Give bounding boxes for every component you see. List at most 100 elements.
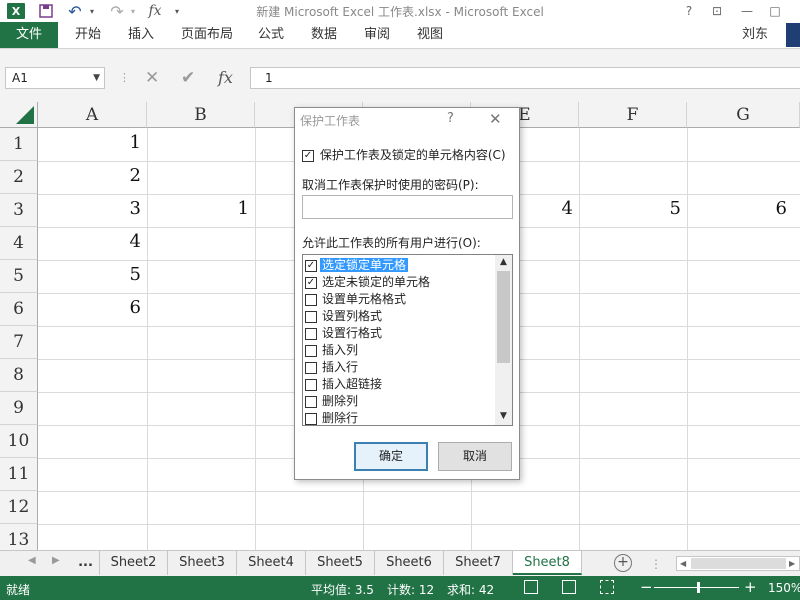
row-header-6[interactable]: 6 [0, 293, 38, 326]
cell-a1[interactable]: 1 [38, 132, 147, 153]
sheet-tab-sheet2[interactable]: Sheet2 [100, 551, 168, 575]
select-all-corner[interactable] [0, 102, 38, 128]
tab-data[interactable]: 数据 [311, 22, 337, 48]
dialog-close-icon[interactable]: ✕ [489, 110, 502, 128]
sheet-tab-sheet3[interactable]: Sheet3 [168, 551, 237, 575]
sheet-tab-sheet5[interactable]: Sheet5 [306, 551, 375, 575]
permission-item[interactable]: 设置行格式 [305, 325, 495, 342]
cell-b3[interactable]: 1 [147, 198, 255, 219]
cell-a4[interactable]: 4 [38, 231, 147, 252]
protect-contents-checkbox[interactable]: ✓ [302, 149, 314, 162]
list-scroll-up-icon[interactable]: ▲ [495, 257, 512, 267]
row-header-10[interactable]: 10 [0, 425, 38, 458]
row-header-8[interactable]: 8 [0, 359, 38, 392]
cell-a6[interactable]: 6 [38, 297, 147, 318]
column-header-g[interactable]: G [687, 102, 800, 128]
row-header-2[interactable]: 2 [0, 161, 38, 194]
row-header-3[interactable]: 3 [0, 194, 38, 227]
tab-review[interactable]: 审阅 [364, 22, 390, 48]
permission-checkbox[interactable] [305, 361, 317, 374]
permission-checkbox[interactable] [305, 412, 317, 425]
permission-checkbox[interactable] [305, 327, 317, 340]
column-header-f[interactable]: F [579, 102, 687, 128]
row-header-5[interactable]: 5 [0, 260, 38, 293]
page-layout-view-icon[interactable] [562, 580, 576, 594]
permission-list-scrollbar[interactable]: ▲ ▼ [495, 255, 512, 425]
tab-insert[interactable]: 插入 [128, 22, 154, 48]
minimize-icon[interactable]: — [736, 2, 758, 20]
dialog-help-icon[interactable]: ? [447, 111, 454, 126]
column-header-b[interactable]: B [147, 102, 255, 128]
formula-input[interactable]: 1 [250, 67, 800, 89]
avatar[interactable] [786, 23, 800, 47]
confirm-entry-icon[interactable]: ✔ [181, 67, 195, 89]
ok-button[interactable]: 确定 [354, 442, 428, 471]
add-sheet-icon[interactable]: + [614, 554, 632, 572]
permission-item[interactable]: 插入列 [305, 342, 495, 359]
scroll-left-icon[interactable]: ◀ [680, 557, 686, 570]
sheet-tab-sheet6[interactable]: Sheet6 [375, 551, 444, 575]
cell-a3[interactable]: 3 [38, 198, 147, 219]
protect-contents-option[interactable]: ✓ 保护工作表及锁定的单元格内容(C) [302, 146, 506, 163]
cell-a5[interactable]: 5 [38, 264, 147, 285]
horizontal-scroll-thumb[interactable] [691, 558, 786, 569]
cancel-entry-icon[interactable]: ✕ [145, 67, 159, 89]
cell-g3[interactable]: 6 [687, 198, 793, 219]
name-box[interactable]: A1 ▼ [5, 67, 105, 89]
tab-view[interactable]: 视图 [417, 22, 443, 48]
row-header-1[interactable]: 1 [0, 128, 38, 161]
scroll-right-icon[interactable]: ▶ [789, 557, 795, 570]
list-scroll-down-icon[interactable]: ▼ [495, 411, 512, 421]
permission-checkbox[interactable]: ✓ [305, 259, 317, 272]
normal-view-icon[interactable] [524, 580, 538, 594]
horizontal-scrollbar[interactable]: ◀ ▶ [676, 556, 800, 571]
permission-checkbox[interactable] [305, 310, 317, 323]
tab-home[interactable]: 开始 [75, 22, 101, 48]
cell-a2[interactable]: 2 [38, 165, 147, 186]
zoom-slider-handle[interactable] [697, 582, 700, 593]
page-break-view-icon[interactable] [600, 580, 614, 594]
sheet-scroll-right-icon[interactable]: ▶ [52, 555, 60, 566]
sheet-scroll-left-icon[interactable]: ◀ [28, 555, 36, 566]
name-box-dropdown-icon[interactable]: ▼ [93, 68, 100, 88]
tab-formulas[interactable]: 公式 [258, 22, 284, 48]
ribbon-display-icon[interactable]: ⊡ [706, 2, 728, 20]
permission-checkbox[interactable] [305, 344, 317, 357]
row-header-12[interactable]: 12 [0, 491, 38, 524]
help-icon[interactable]: ? [678, 2, 700, 20]
permission-item[interactable]: 插入行 [305, 359, 495, 376]
permission-item[interactable]: 设置单元格格式 [305, 291, 495, 308]
row-header-11[interactable]: 11 [0, 458, 38, 491]
zoom-out-icon[interactable]: − [640, 578, 653, 596]
permission-list[interactable]: ✓ 选定锁定单元格 ✓ 选定未锁定的单元格 设置单元格格式 设置列格式 设置行格式 插入列 插入… [302, 254, 513, 426]
row-header-7[interactable]: 7 [0, 326, 38, 359]
sheet-tab-sheet8[interactable]: Sheet8 [513, 551, 582, 575]
tab-file[interactable]: 文件 [0, 22, 58, 48]
permission-checkbox[interactable] [305, 293, 317, 306]
column-header-a[interactable]: A [38, 102, 147, 128]
sheet-tab-sheet4[interactable]: Sheet4 [237, 551, 306, 575]
list-scroll-thumb[interactable] [497, 271, 510, 363]
permission-item[interactable]: 设置列格式 [305, 308, 495, 325]
permission-checkbox[interactable] [305, 378, 317, 391]
maximize-icon[interactable]: □ [764, 2, 786, 20]
insert-function-icon[interactable]: fx [218, 67, 233, 89]
zoom-in-icon[interactable]: + [744, 578, 757, 596]
permission-item[interactable]: 删除行 [305, 410, 495, 425]
zoom-level[interactable]: 150% [768, 581, 800, 595]
permission-item[interactable]: ✓ 选定未锁定的单元格 [305, 274, 495, 291]
tab-page-layout[interactable]: 页面布局 [181, 22, 233, 48]
row-header-4[interactable]: 4 [0, 227, 38, 260]
sheet-more[interactable]: ... [72, 551, 100, 575]
permission-checkbox[interactable]: ✓ [305, 276, 317, 289]
sheet-tab-sheet7[interactable]: Sheet7 [444, 551, 513, 575]
password-input[interactable] [302, 195, 513, 219]
cell-f3[interactable]: 5 [579, 198, 687, 219]
row-header-13[interactable]: 13 [0, 524, 38, 550]
permission-item[interactable]: ✓ 选定锁定单元格 [305, 257, 495, 274]
user-name[interactable]: 刘东 [742, 22, 768, 48]
permission-item[interactable]: 插入超链接 [305, 376, 495, 393]
cancel-button[interactable]: 取消 [438, 442, 512, 471]
permission-checkbox[interactable] [305, 395, 317, 408]
row-header-9[interactable]: 9 [0, 392, 38, 425]
